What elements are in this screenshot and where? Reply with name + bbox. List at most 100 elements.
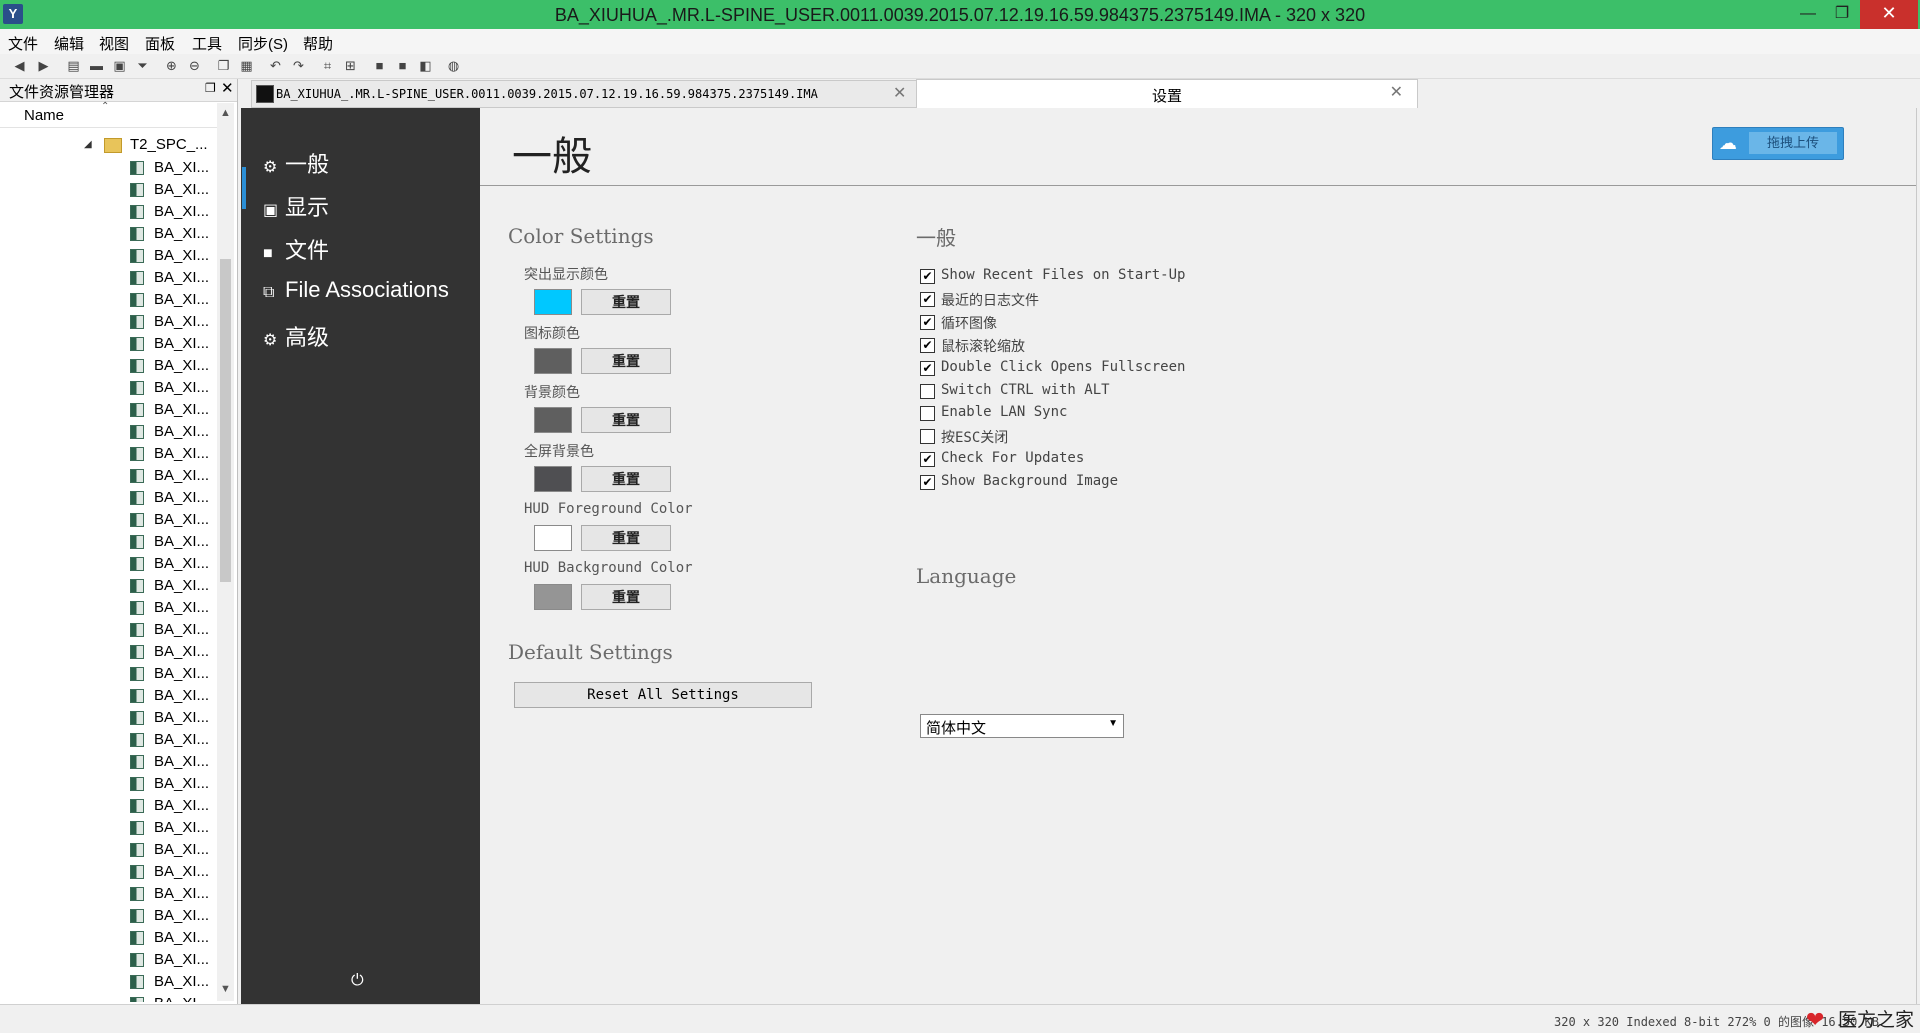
checkbox-box[interactable] <box>920 383 935 399</box>
rotate-right-icon[interactable]: ↷ <box>291 58 306 73</box>
file-row[interactable]: BA_XI... <box>130 729 215 751</box>
reset-background-color-button[interactable]: 重置 <box>581 407 671 433</box>
expand-caret-icon[interactable]: ◢ <box>84 139 92 150</box>
reset-highlight-color-button[interactable]: 重置 <box>581 289 671 315</box>
back-icon[interactable]: ◀ <box>12 58 27 73</box>
checkbox-box[interactable]: ✔ <box>920 314 935 330</box>
reset-hud-background-button[interactable]: 重置 <box>581 584 671 610</box>
checkbox-box[interactable]: ✔ <box>920 291 935 307</box>
file-row[interactable]: BA_XI... <box>130 949 215 971</box>
menu-file[interactable]: 文件 <box>8 33 38 54</box>
scrollbar-thumb[interactable] <box>220 259 231 582</box>
checkbox-box[interactable] <box>920 406 935 422</box>
zoom-in-icon[interactable]: ⊕ <box>164 58 179 73</box>
file-row[interactable]: BA_XI... <box>130 773 215 795</box>
nav-item-file-associations[interactable]: ⧉ File Associations <box>263 277 449 303</box>
column-header-name[interactable]: Name ⌃ <box>0 101 217 128</box>
file-row[interactable]: BA_XI... <box>130 333 215 355</box>
file-row[interactable]: BA_XI... <box>130 245 215 267</box>
file-row[interactable]: BA_XI... <box>130 861 215 883</box>
undock-icon[interactable]: ❐ <box>205 81 216 95</box>
file-row[interactable]: BA_XI... <box>130 201 215 223</box>
file-row[interactable]: BA_XI... <box>130 927 215 949</box>
hud-background-swatch[interactable] <box>534 584 572 610</box>
menu-edit[interactable]: 编辑 <box>54 33 84 54</box>
zoom-out-icon[interactable]: ⊖ <box>187 58 202 73</box>
file-row[interactable]: BA_XI... <box>130 289 215 311</box>
file-row[interactable]: BA_XI... <box>130 421 215 443</box>
menu-view[interactable]: 视图 <box>99 33 129 54</box>
file-row[interactable]: BA_XI... <box>130 223 215 245</box>
file-row[interactable]: BA_XI... <box>130 157 215 179</box>
file-row[interactable]: BA_XI... <box>130 509 215 531</box>
tab-settings[interactable]: 设置 ✕ <box>916 79 1418 108</box>
menu-sync[interactable]: 同步(S) <box>238 33 288 54</box>
forward-icon[interactable]: ▶ <box>36 58 51 73</box>
file-row[interactable]: BA_XI... <box>130 905 215 927</box>
power-icon[interactable]: ⏻ <box>351 972 364 990</box>
file-row[interactable]: BA_XI... <box>130 663 215 685</box>
file-row[interactable]: BA_XI... <box>130 839 215 861</box>
file-row[interactable]: BA_XI... <box>130 685 215 707</box>
checkbox-box[interactable]: ✔ <box>920 452 935 468</box>
hud-foreground-swatch[interactable] <box>534 525 572 551</box>
open-file-icon[interactable]: ▤ <box>66 58 81 73</box>
reset-fullscreen-background-button[interactable]: 重置 <box>581 466 671 492</box>
file-row[interactable]: BA_XI... <box>130 179 215 201</box>
explorer-scrollbar[interactable]: ▲ ▼ <box>217 103 234 1001</box>
checkbox-box[interactable]: ✔ <box>920 269 935 284</box>
reset-all-settings-button[interactable]: Reset All Settings <box>514 682 812 708</box>
checkbox-box[interactable]: ✔ <box>920 337 935 353</box>
globe-icon[interactable]: ◍ <box>446 58 461 73</box>
nav-item-advanced[interactable]: ⚙ 高级 <box>263 320 329 352</box>
checkbox-box[interactable]: ✔ <box>920 360 935 376</box>
background-color-swatch[interactable] <box>534 407 572 433</box>
file-row[interactable]: BA_XI... <box>130 751 215 773</box>
highlight-color-swatch[interactable] <box>534 289 572 315</box>
crop-icon[interactable]: ⌗ <box>320 58 335 73</box>
menu-help[interactable]: 帮助 <box>303 33 333 54</box>
language-select[interactable]: 简体中文 ▼ <box>920 714 1124 738</box>
file-row[interactable]: BA_XI... <box>130 399 215 421</box>
file-row[interactable]: BA_XI... <box>130 817 215 839</box>
copy-icon[interactable]: ❐ <box>216 58 231 73</box>
file-row[interactable]: BA_XI... <box>130 355 215 377</box>
tab-settings-close-icon[interactable]: ✕ <box>1390 82 1403 102</box>
fullscreen-background-swatch[interactable] <box>534 466 572 492</box>
metadata-icon[interactable]: ◧ <box>418 58 433 73</box>
file-row[interactable]: BA_XI... <box>130 487 215 509</box>
checkbox-box[interactable]: ✔ <box>920 475 935 491</box>
file-row[interactable]: BA_XI... <box>130 465 215 487</box>
tab-close-icon[interactable]: ✕ <box>893 83 906 103</box>
file-row[interactable]: BA_XI... <box>130 575 215 597</box>
reset-hud-foreground-button[interactable]: 重置 <box>581 525 671 551</box>
file-row[interactable]: BA_XI... <box>130 553 215 575</box>
checkbox-box[interactable] <box>920 429 935 445</box>
scroll-down-icon[interactable]: ▼ <box>220 983 231 995</box>
file-row[interactable]: BA_XI... <box>130 531 215 553</box>
maximize-button[interactable]: ❐ <box>1820 0 1864 29</box>
save-icon[interactable]: ▣ <box>112 58 127 73</box>
gallery-icon[interactable]: ■ <box>395 58 410 73</box>
rotate-left-icon[interactable]: ↶ <box>268 58 283 73</box>
drag-upload-button[interactable]: ☁ 拖拽上传 <box>1712 127 1844 160</box>
menu-tools[interactable]: 工具 <box>192 33 222 54</box>
close-window-button[interactable]: ✕ <box>1860 0 1918 29</box>
menu-panel[interactable]: 面板 <box>145 33 175 54</box>
open-folder-icon[interactable]: ▬ <box>89 58 104 73</box>
file-row[interactable]: BA_XI... <box>130 707 215 729</box>
file-row[interactable]: BA_XI... <box>130 795 215 817</box>
file-row[interactable]: BA_XI... <box>130 883 215 905</box>
filter-icon[interactable]: ⏷ <box>135 58 150 73</box>
nav-item-general[interactable]: ⚙ 一般 <box>263 147 329 179</box>
resize-icon[interactable]: ⊞ <box>343 58 358 73</box>
file-row[interactable]: BA_XI... <box>130 443 215 465</box>
nav-item-display[interactable]: ▣ 显示 <box>263 190 329 222</box>
paste-icon[interactable]: ▦ <box>239 58 254 73</box>
file-row[interactable]: BA_XI... <box>130 993 215 1002</box>
file-row[interactable]: BA_XI... <box>130 267 215 289</box>
file-row[interactable]: BA_XI... <box>130 619 215 641</box>
file-row[interactable]: BA_XI... <box>130 597 215 619</box>
file-row[interactable]: BA_XI... <box>130 377 215 399</box>
file-row[interactable]: BA_XI... <box>130 971 215 993</box>
